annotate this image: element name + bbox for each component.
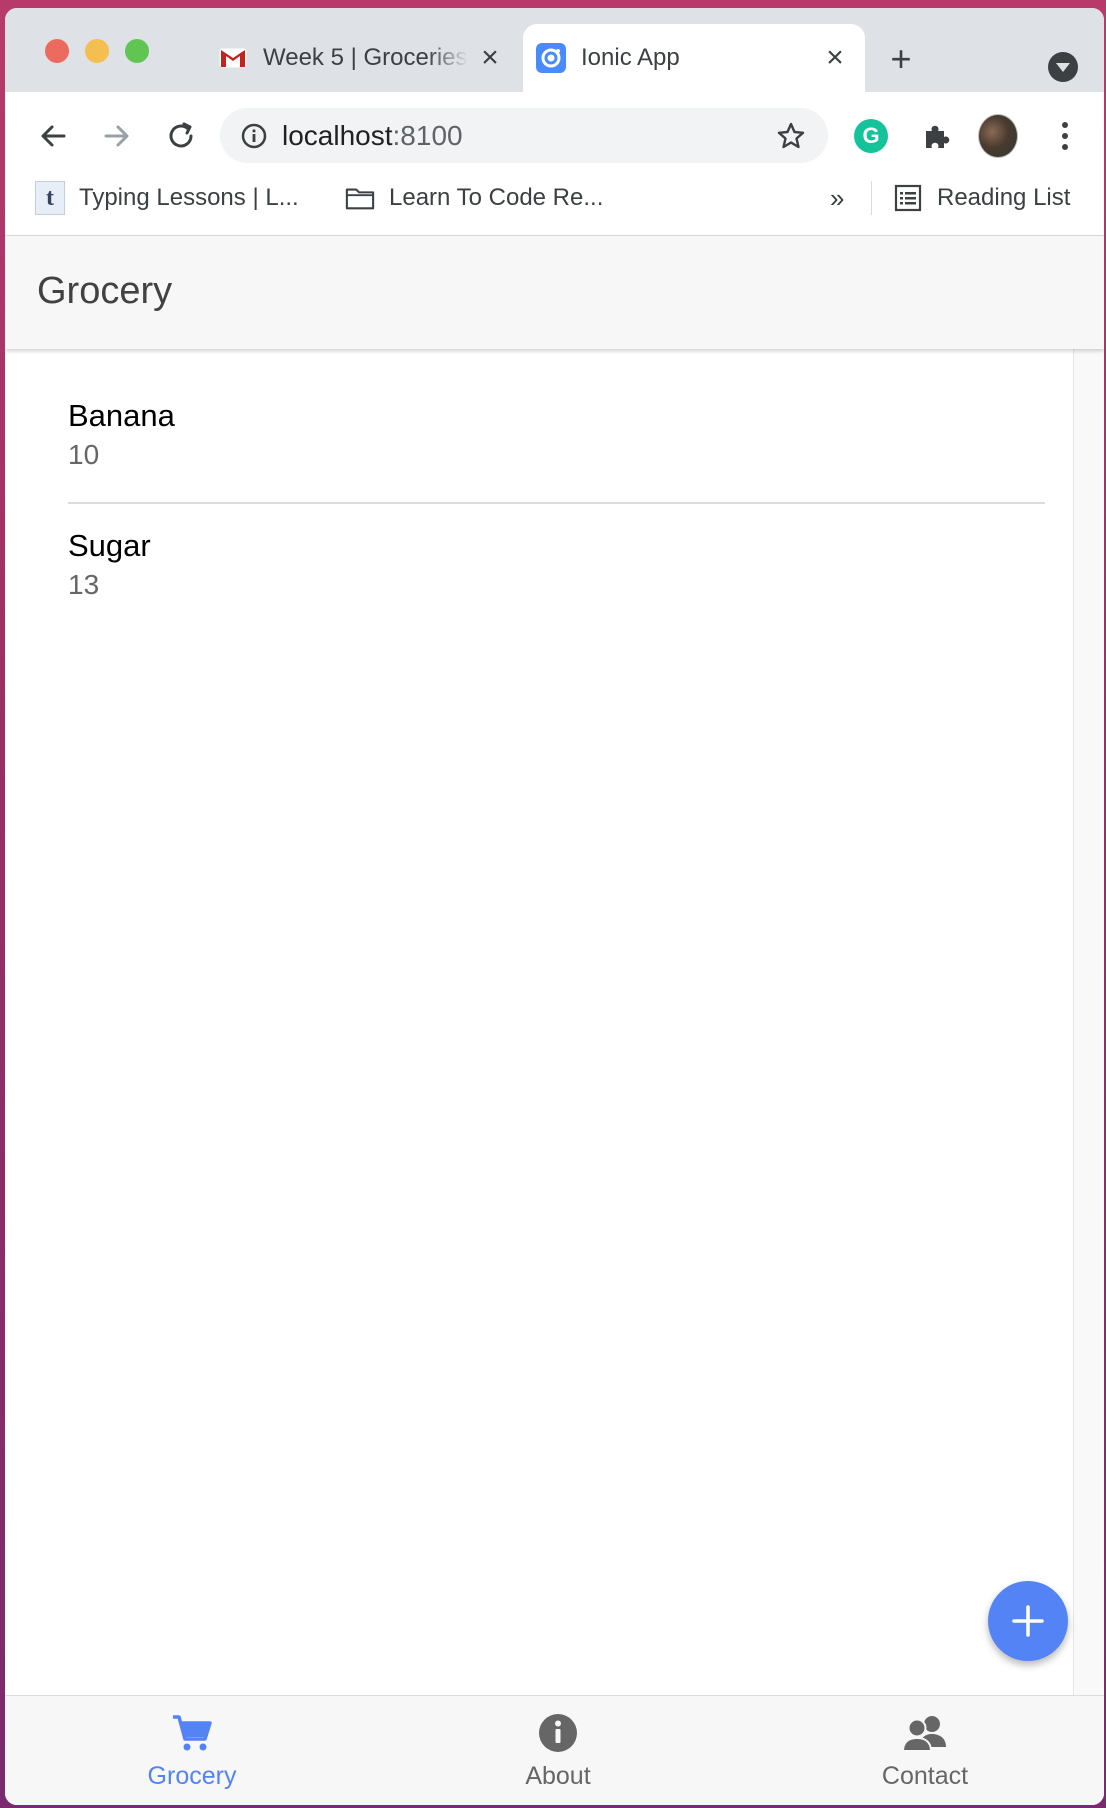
folder-icon bbox=[345, 183, 375, 213]
gmail-m-icon bbox=[217, 42, 249, 74]
close-tab-icon[interactable]: × bbox=[821, 43, 849, 73]
item-name: Sugar bbox=[68, 528, 151, 563]
close-window-button[interactable] bbox=[45, 39, 69, 63]
url-port: :8100 bbox=[392, 119, 463, 151]
tab-search-icon[interactable] bbox=[1048, 52, 1078, 82]
minimize-window-button[interactable] bbox=[85, 39, 109, 63]
tumblr-t-icon: t bbox=[35, 181, 65, 215]
app-header: Grocery bbox=[5, 236, 1104, 349]
bookmark-label: Learn To Code Re... bbox=[389, 184, 604, 211]
bookmark-star-icon[interactable] bbox=[774, 119, 808, 153]
url-text[interactable]: localhost:8100 bbox=[282, 120, 774, 152]
scrollbar[interactable] bbox=[1073, 349, 1104, 1695]
list-item[interactable]: Sugar 13 bbox=[68, 502, 1045, 632]
browser-window: Week 5 | Groceries × Ionic App × + local… bbox=[5, 8, 1104, 1805]
item-quantity: 10 bbox=[68, 439, 100, 470]
close-tab-icon[interactable]: × bbox=[476, 43, 504, 73]
tab-label: Contact bbox=[881, 1762, 969, 1790]
bookmark-typing-lessons[interactable]: t Typing Lessons | L... bbox=[35, 181, 299, 215]
grocery-list: Banana 10 Sugar 13 bbox=[68, 396, 1045, 632]
page-title: Grocery bbox=[37, 270, 173, 312]
reading-list-icon bbox=[893, 183, 923, 213]
tab-label: About bbox=[525, 1762, 591, 1790]
browser-tab-ionic-app[interactable]: Ionic App × bbox=[523, 24, 865, 92]
tab-grocery[interactable]: Grocery bbox=[62, 1696, 322, 1805]
back-arrow-icon[interactable] bbox=[33, 116, 73, 156]
item-name: Banana bbox=[68, 398, 175, 433]
reading-list-button[interactable]: Reading List bbox=[893, 181, 1070, 215]
browser-menu-icon[interactable] bbox=[1045, 116, 1085, 156]
bottom-tab-bar: Grocery About Contact bbox=[5, 1695, 1104, 1805]
tab-strip: Week 5 | Groceries × Ionic App × + bbox=[5, 8, 1104, 92]
tab-title: Week 5 | Groceries bbox=[263, 44, 468, 71]
new-tab-icon[interactable]: + bbox=[885, 41, 917, 77]
add-item-button[interactable] bbox=[988, 1581, 1068, 1661]
browser-tab-week5[interactable]: Week 5 | Groceries × bbox=[205, 24, 520, 92]
tab-label: Grocery bbox=[147, 1762, 237, 1790]
tab-contact[interactable]: Contact bbox=[795, 1696, 1055, 1805]
item-quantity: 13 bbox=[68, 569, 100, 600]
bookmarks-bar: t Typing Lessons | L... Learn To Code Re… bbox=[5, 163, 1104, 236]
more-bookmarks-chevron-icon[interactable]: » bbox=[830, 183, 844, 214]
plus-icon bbox=[1012, 1605, 1044, 1637]
site-info-icon[interactable] bbox=[238, 120, 270, 152]
ionic-app: Grocery Banana 10 Sugar 13 Grocery About… bbox=[5, 236, 1104, 1805]
ionic-icon bbox=[535, 42, 567, 74]
maximize-window-button[interactable] bbox=[125, 39, 149, 63]
reading-list-label: Reading List bbox=[937, 184, 1071, 211]
list-item[interactable]: Banana 10 bbox=[68, 396, 1045, 502]
tab-about[interactable]: About bbox=[428, 1696, 688, 1805]
address-bar[interactable]: localhost:8100 bbox=[220, 108, 828, 163]
info-icon bbox=[535, 1710, 581, 1756]
tab-title: Ionic App bbox=[581, 44, 680, 71]
bookmark-label: Typing Lessons | L... bbox=[79, 184, 299, 211]
bookmarks-divider bbox=[871, 181, 872, 215]
reload-icon[interactable] bbox=[161, 116, 201, 156]
extensions-puzzle-icon[interactable] bbox=[916, 116, 956, 156]
grammarly-extension-icon[interactable]: G bbox=[851, 116, 891, 156]
forward-arrow-icon[interactable] bbox=[97, 116, 137, 156]
url-host: localhost bbox=[282, 119, 393, 151]
bookmark-learn-to-code[interactable]: Learn To Code Re... bbox=[345, 181, 603, 215]
people-icon bbox=[902, 1710, 948, 1756]
profile-avatar[interactable] bbox=[978, 114, 1018, 158]
cart-icon bbox=[169, 1710, 215, 1756]
